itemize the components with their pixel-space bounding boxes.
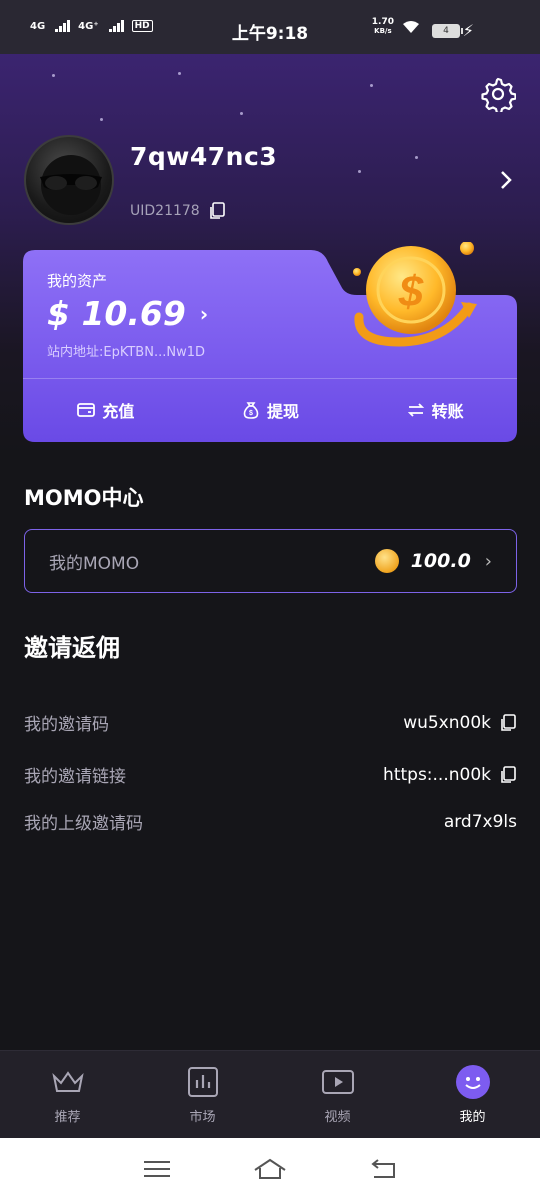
invite-code-value: wu5xn00k: [403, 712, 491, 733]
invite-link-row: 我的邀请链接 https:...n00k: [24, 762, 517, 787]
copy-uid-icon[interactable]: [208, 202, 226, 220]
tab-recommend-label: 推荐: [54, 1110, 81, 1125]
username: 7qw47nc3: [130, 142, 278, 171]
network-speed: 1.70 KB/s: [372, 18, 394, 36]
asset-balance[interactable]: $ 10.69 ›: [47, 294, 208, 333]
home-icon[interactable]: [253, 1156, 287, 1182]
bar-chart-icon: [187, 1067, 218, 1097]
svg-text:$: $: [249, 410, 253, 417]
momo-value: 100.0: [410, 550, 471, 572]
copy-invite-link-icon[interactable]: [499, 765, 517, 784]
money-bag-icon: $: [243, 402, 259, 419]
sunglasses-avatar-icon: [40, 155, 102, 215]
status-right: 1.70 KB/s: [372, 18, 420, 36]
dollar-coin-icon: $: [353, 242, 477, 347]
tab-video-label: 视频: [324, 1110, 351, 1125]
invite-link-label: 我的邀请链接: [24, 767, 126, 787]
asset-value-text: $ 10.69: [47, 294, 186, 333]
crown-icon: [51, 1071, 84, 1092]
speed-value: 1.70: [371, 17, 394, 27]
menu-icon[interactable]: [140, 1156, 174, 1182]
copy-invite-code-icon[interactable]: [499, 713, 517, 732]
avatar[interactable]: [24, 135, 114, 225]
invite-link-value: https:...n00k: [383, 764, 491, 785]
tab-recommend[interactable]: 推荐: [0, 1051, 135, 1138]
transfer-arrows-icon: [407, 403, 424, 417]
battery-icon: 4: [432, 24, 463, 38]
status-bar: 4G 4G⁺ HD 上午9:18 1.70 KB/s 4 ⚡: [0, 0, 540, 54]
parent-invite-code-label: 我的上级邀请码: [24, 814, 143, 834]
card-divider: [23, 378, 517, 379]
speed-unit: KB/s: [374, 27, 392, 35]
parent-invite-code-row: 我的上级邀请码 ard7x9ls: [24, 809, 517, 835]
wallet-icon: [77, 403, 96, 417]
invite-code-value-group: wu5xn00k: [403, 713, 517, 733]
asset-card[interactable]: 我的资产 $ 10.69 › 站内地址:EpKTBN...Nw1D $ 充值 $…: [23, 242, 517, 442]
asset-label: 我的资产: [47, 272, 108, 290]
wifi-icon: [403, 21, 419, 33]
smiley-icon: [455, 1065, 490, 1099]
asset-actions: 充值 $ 提现 转账: [23, 380, 517, 440]
wallet-address: 站内地址:EpKTBN...Nw1D: [47, 345, 205, 360]
momo-chevron-icon: ›: [484, 550, 492, 572]
tab-mine[interactable]: 我的: [405, 1051, 540, 1138]
bottom-tab-bar: 推荐 市场 视频 我的: [0, 1050, 540, 1138]
settings-gear-icon[interactable]: [480, 76, 516, 112]
invite-code-label: 我的邀请码: [24, 715, 109, 735]
withdraw-label: 提现: [267, 402, 300, 421]
invite-link-value-group: https:...n00k: [383, 765, 517, 785]
charging-icon: ⚡: [462, 21, 474, 40]
tab-market[interactable]: 市场: [135, 1051, 270, 1138]
back-icon[interactable]: [366, 1156, 400, 1182]
profile-chevron-right-icon[interactable]: [496, 168, 516, 192]
momo-center-title: MOMO中心: [24, 486, 144, 510]
my-momo-row[interactable]: 我的MOMO 100.0 ›: [24, 529, 517, 593]
tab-market-label: 市场: [189, 1110, 216, 1125]
asset-chevron-icon: ›: [199, 301, 209, 326]
transfer-button[interactable]: 转账: [352, 380, 517, 440]
system-navigation-bar: [0, 1138, 540, 1200]
user-id: UID21178: [130, 202, 226, 220]
withdraw-button[interactable]: $ 提现: [188, 380, 353, 440]
transfer-label: 转账: [431, 402, 464, 421]
invite-title: 邀请返佣: [24, 634, 120, 662]
tab-video[interactable]: 视频: [270, 1051, 405, 1138]
momo-coin-icon: [374, 549, 399, 573]
parent-invite-code-value: ard7x9ls: [443, 811, 517, 832]
deposit-label: 充值: [102, 402, 135, 421]
deposit-button[interactable]: 充值: [23, 380, 188, 440]
svg-text:$: $: [398, 267, 424, 316]
invite-code-row: 我的邀请码 wu5xn00k: [24, 710, 517, 735]
uid-text: UID21178: [130, 203, 200, 219]
tab-mine-label: 我的: [459, 1110, 486, 1125]
play-video-icon: [321, 1070, 354, 1094]
momo-label: 我的MOMO: [49, 553, 140, 574]
